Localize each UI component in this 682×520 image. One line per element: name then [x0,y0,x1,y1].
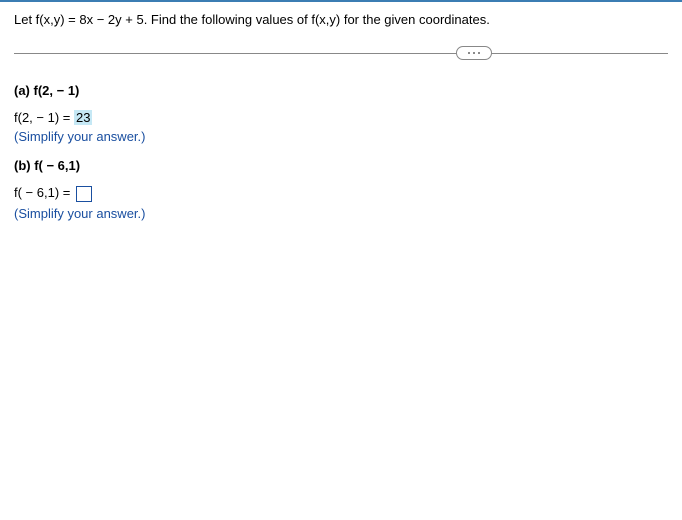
part-b-expression: f( − 6,1) = [14,185,70,200]
part-b-answer-line: f( − 6,1) = [14,185,668,202]
part-a-answer-line: f(2, − 1) = 23 [14,110,668,125]
part-b-label: (b) f( − 6,1) [14,158,668,173]
divider-row [14,43,668,63]
part-b-input[interactable] [76,186,92,202]
more-options-button[interactable] [456,46,492,60]
problem-statement: Let f(x,y) = 8x − 2y + 5. Find the follo… [14,12,668,27]
part-a-expression: f(2, − 1) = [14,110,70,125]
dot-icon [478,52,480,54]
part-a-answer: 23 [74,110,92,125]
part-b-instruction: (Simplify your answer.) [14,206,668,221]
divider-line [14,53,668,54]
dot-icon [468,52,470,54]
part-a-label: (a) f(2, − 1) [14,83,668,98]
part-a-instruction: (Simplify your answer.) [14,129,668,144]
content-area: Let f(x,y) = 8x − 2y + 5. Find the follo… [0,2,682,245]
dot-icon [473,52,475,54]
